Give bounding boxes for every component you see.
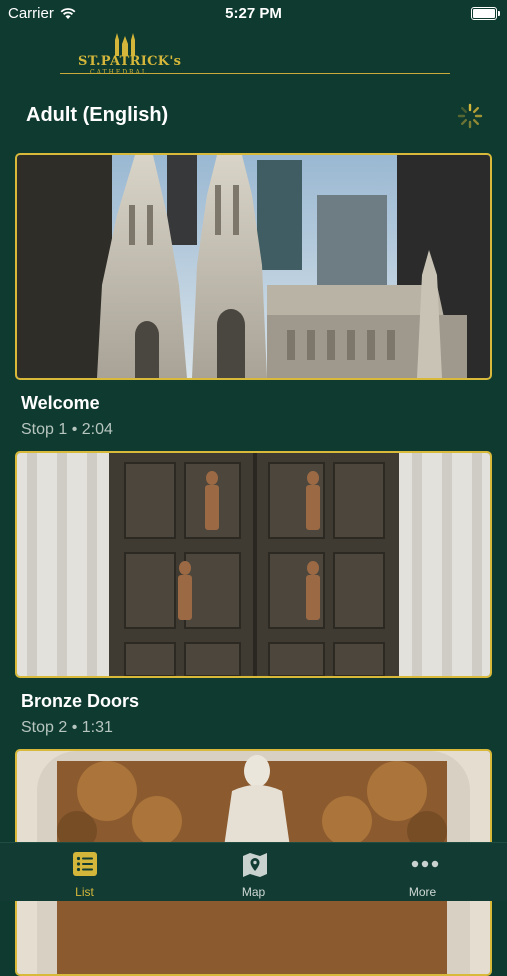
stop-2-title[interactable]: Bronze Doors <box>21 691 139 712</box>
stop-1-image[interactable] <box>15 153 492 380</box>
cathedral-logo: ST.PATRICK's CATHEDRAL <box>60 30 450 78</box>
tab-map[interactable]: Map <box>169 843 338 901</box>
stop-2-image[interactable] <box>15 451 492 678</box>
cathedral-spires-photo <box>17 155 490 378</box>
logo-text: ST.PATRICK's <box>78 54 182 69</box>
status-time: 5:27 PM <box>225 5 282 22</box>
bronze-doors-photo <box>17 453 490 676</box>
map-icon <box>243 853 267 877</box>
tab-list[interactable]: List <box>0 843 169 901</box>
more-icon <box>411 860 439 868</box>
list-icon <box>73 852 97 876</box>
battery-icon <box>471 7 500 20</box>
stop-2-subtitle: Stop 2 • 1:31 <box>21 719 113 736</box>
tab-list-label: List <box>75 885 94 899</box>
tab-more-label: More <box>408 885 437 899</box>
tab-map-label: Map <box>241 885 266 899</box>
tab-more[interactable]: More <box>338 843 507 901</box>
logo-divider <box>60 73 450 74</box>
stop-1-subtitle: Stop 1 • 2:04 <box>21 421 113 438</box>
loading-spinner-icon <box>457 103 483 129</box>
stop-1-title[interactable]: Welcome <box>21 393 100 414</box>
cathedral-spires-icon <box>115 33 135 56</box>
status-bar: Carrier 5:27 PM <box>0 0 507 28</box>
section-title: Adult (English) <box>26 104 169 126</box>
tab-bar: List Map More <box>0 842 507 901</box>
